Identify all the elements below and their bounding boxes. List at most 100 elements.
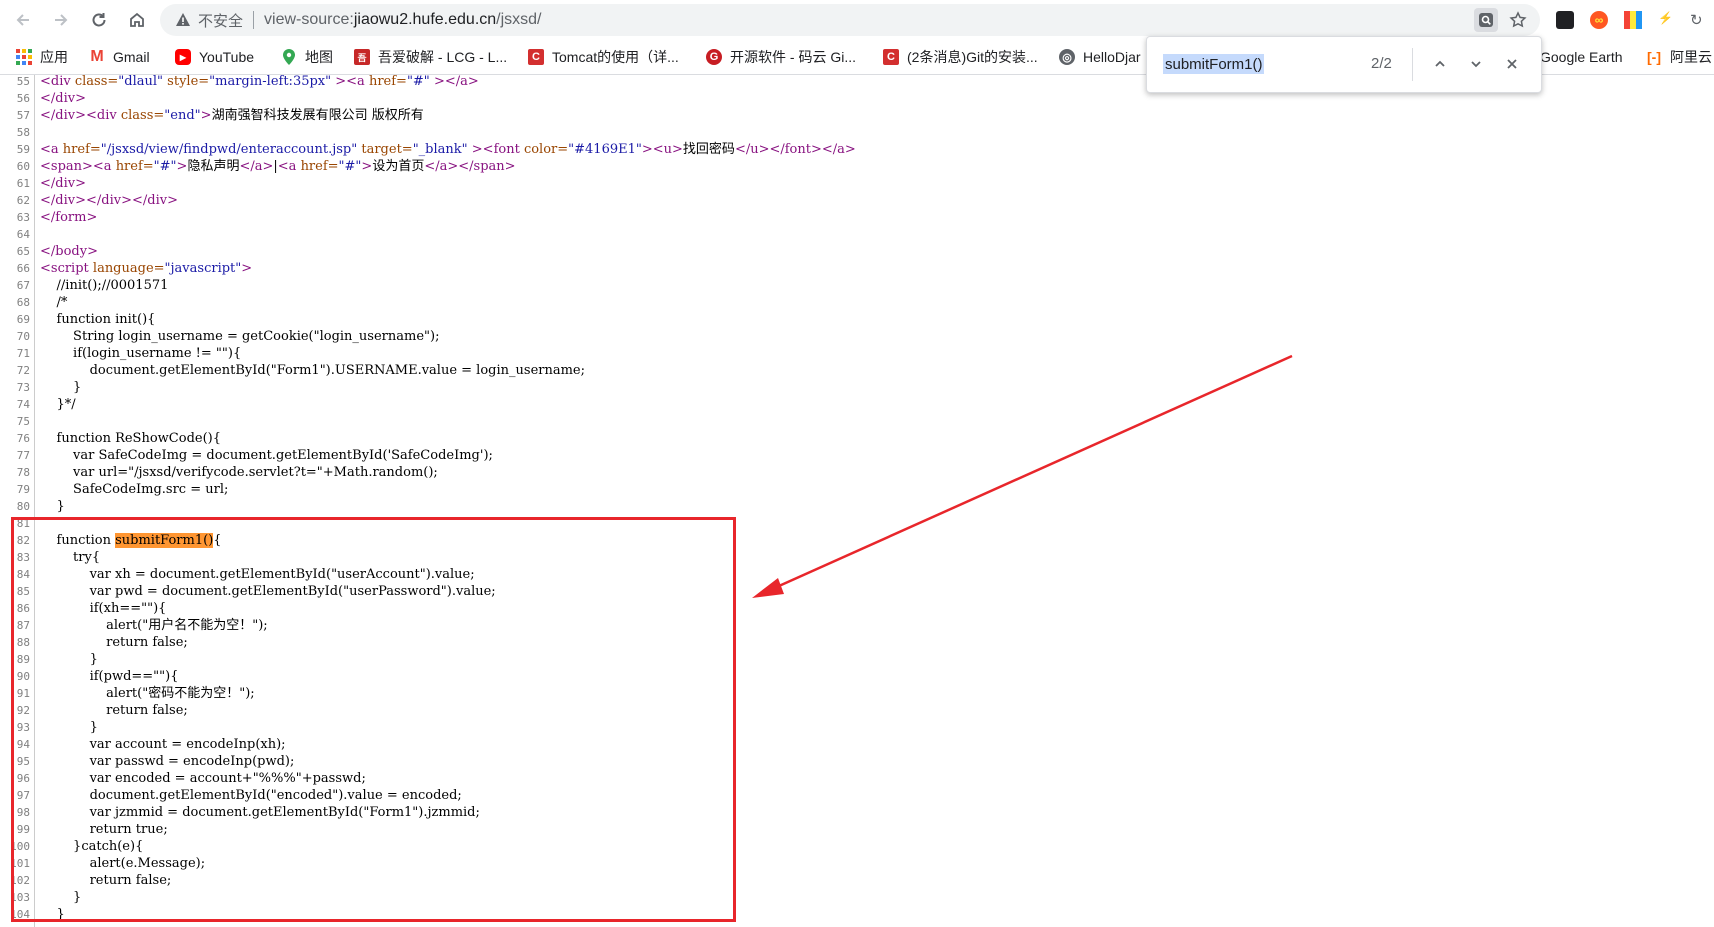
line-number: 80 [16, 500, 30, 513]
browser-toolbar: 不安全 view-source:jiaowu2.hufe.edu.cn/jsxs… [0, 0, 1714, 40]
line-code: return false; [40, 703, 188, 718]
line-code: </form> [40, 210, 98, 225]
warning-triangle-icon[interactable] [174, 11, 192, 29]
reload-button[interactable] [84, 5, 114, 35]
bookmark-apps[interactable]: 应用 [16, 46, 68, 68]
bookmark-hellodjango[interactable]: ◎ HelloDjar [1059, 46, 1141, 68]
source-line: 91 alert("密码不能为空！"); [0, 685, 255, 702]
source-line: 69 function init(){ [0, 311, 156, 328]
line-code: if(pwd==""){ [40, 669, 179, 684]
arrow-right-icon [55, 14, 68, 26]
line-number: 55 [16, 75, 30, 88]
extension-sync-icon[interactable]: ↻ [1690, 11, 1708, 29]
find-input[interactable] [1163, 55, 1357, 74]
line-code: <a href="/jsxsd/view/findpwd/enteraccoun… [40, 142, 856, 157]
line-code: </div><div class="end">湖南强智科技发展有限公司 版权所有 [40, 108, 424, 123]
line-number: 98 [16, 806, 30, 819]
find-close-button[interactable] [1499, 51, 1525, 77]
bookmark-star-icon[interactable] [1506, 8, 1530, 32]
bookmark-youtube[interactable]: ▶ YouTube [175, 46, 254, 68]
line-number: 66 [16, 262, 30, 275]
line-number: 77 [16, 449, 30, 462]
bookmark-gmail[interactable]: M Gmail [89, 46, 150, 68]
source-line: 93 } [0, 719, 98, 736]
line-code: var url="/jsxsd/verifycode.servlet?t="+M… [40, 465, 438, 480]
line-code: var jzmmid = document.getElementById("Fo… [40, 805, 480, 820]
line-code: //init();//0001571 [40, 278, 169, 293]
forward-button[interactable] [46, 5, 76, 35]
back-button[interactable] [8, 5, 38, 35]
bookmark-maps[interactable]: 地图 [281, 46, 333, 68]
find-in-page-icon[interactable] [1474, 8, 1498, 32]
line-code: <script language="javascript"> [40, 261, 253, 276]
line-code: var account = encodeInp(xh); [40, 737, 286, 752]
line-code: <div class="dlaul" style="margin-left:35… [40, 75, 479, 89]
line-number: 75 [16, 415, 30, 428]
bookmark-label: Gmail [113, 49, 150, 65]
bookmark-gitee[interactable]: G 开源软件 - 码云 Gi... [706, 46, 856, 68]
line-number: 92 [16, 704, 30, 717]
line-code: String login_username = getCookie("login… [40, 329, 440, 344]
source-view[interactable]: 55 <div class="dlaul" style="margin-left:… [0, 75, 1714, 927]
source-line: 88 return false; [0, 634, 188, 651]
source-line: 87 alert("用户名不能为空！"); [0, 617, 268, 634]
arrow-left-icon [16, 14, 29, 26]
line-code: </body> [40, 244, 98, 259]
source-line: 67 //init();//0001571 [0, 277, 169, 294]
extension-bar: ∞ ⚡ ↻ [1556, 7, 1708, 33]
line-code: } [40, 380, 82, 395]
extension-infinity-icon[interactable]: ∞ [1590, 11, 1608, 29]
line-number: 76 [16, 432, 30, 445]
source-line: 77 var SafeCodeImg = document.getElement… [0, 447, 493, 464]
url-text[interactable]: view-source:jiaowu2.hufe.edu.cn/jsxsd/ [264, 11, 541, 29]
line-number: 90 [16, 670, 30, 683]
line-code: }*/ [40, 397, 76, 412]
line-number: 82 [16, 534, 30, 547]
line-number: 72 [16, 364, 30, 377]
security-label[interactable]: 不安全 [198, 10, 243, 31]
line-code: </div> [40, 176, 86, 191]
bookmark-52pojie[interactable]: 吾 吾爱破解 - LCG - L... [354, 46, 507, 68]
source-line: 65 </body> [0, 243, 98, 260]
address-bar[interactable]: 不安全 view-source:jiaowu2.hufe.edu.cn/jsxs… [160, 4, 1540, 36]
find-previous-button[interactable] [1427, 51, 1453, 77]
bookmark-google-earth[interactable]: Google Earth [1540, 46, 1623, 68]
extension-translate-icon[interactable]: ⚡ [1658, 11, 1678, 29]
home-button[interactable] [122, 5, 152, 35]
source-line: 63 </form> [0, 209, 98, 226]
line-code: <span><a href="#">隐私声明</a>|<a href="#">设… [40, 159, 516, 174]
extension-color-grid-icon[interactable] [1624, 11, 1642, 29]
line-code: function submitForm1(){ [40, 533, 222, 548]
source-line: 62 </div></div></div> [0, 192, 178, 209]
bookmark-aliyun[interactable]: [-] 阿里云 [1646, 46, 1712, 68]
line-code: } [40, 720, 98, 735]
line-number: 103 [10, 891, 30, 904]
bookmark-csdn-tomcat[interactable]: C Tomcat的使用（详... [528, 46, 679, 68]
source-line: 83 try{ [0, 549, 100, 566]
line-code: } [40, 890, 82, 905]
bookmark-label: 开源软件 - 码云 Gi... [730, 49, 856, 65]
source-line: 82 function submitForm1(){ [0, 532, 222, 549]
extension-dark-icon[interactable] [1556, 11, 1574, 29]
line-code: return false; [40, 873, 172, 888]
find-result-count: 2/2 [1371, 55, 1392, 72]
line-number: 83 [16, 551, 30, 564]
source-line: 59 <a href="/jsxsd/view/findpwd/enteracco… [0, 141, 856, 158]
line-number: 102 [10, 874, 30, 887]
line-code: try{ [40, 550, 101, 565]
line-number: 91 [16, 687, 30, 700]
line-code: } [40, 907, 65, 922]
bookmark-label: HelloDjar [1083, 49, 1141, 65]
find-next-button[interactable] [1463, 51, 1489, 77]
reload-icon [92, 13, 106, 27]
source-line: 103 } [0, 889, 81, 906]
source-line: 80 } [0, 498, 65, 515]
bookmark-csdn-git[interactable]: C (2条消息)Git的安装... [883, 46, 1038, 68]
line-number: 71 [16, 347, 30, 360]
source-line: 71 if(login_username != ""){ [0, 345, 241, 362]
line-code: if(login_username != ""){ [40, 346, 242, 361]
line-number: 64 [16, 228, 30, 241]
line-number: 104 [10, 908, 30, 921]
line-code: document.getElementById("encoded").value… [40, 788, 462, 803]
line-number: 88 [16, 636, 30, 649]
